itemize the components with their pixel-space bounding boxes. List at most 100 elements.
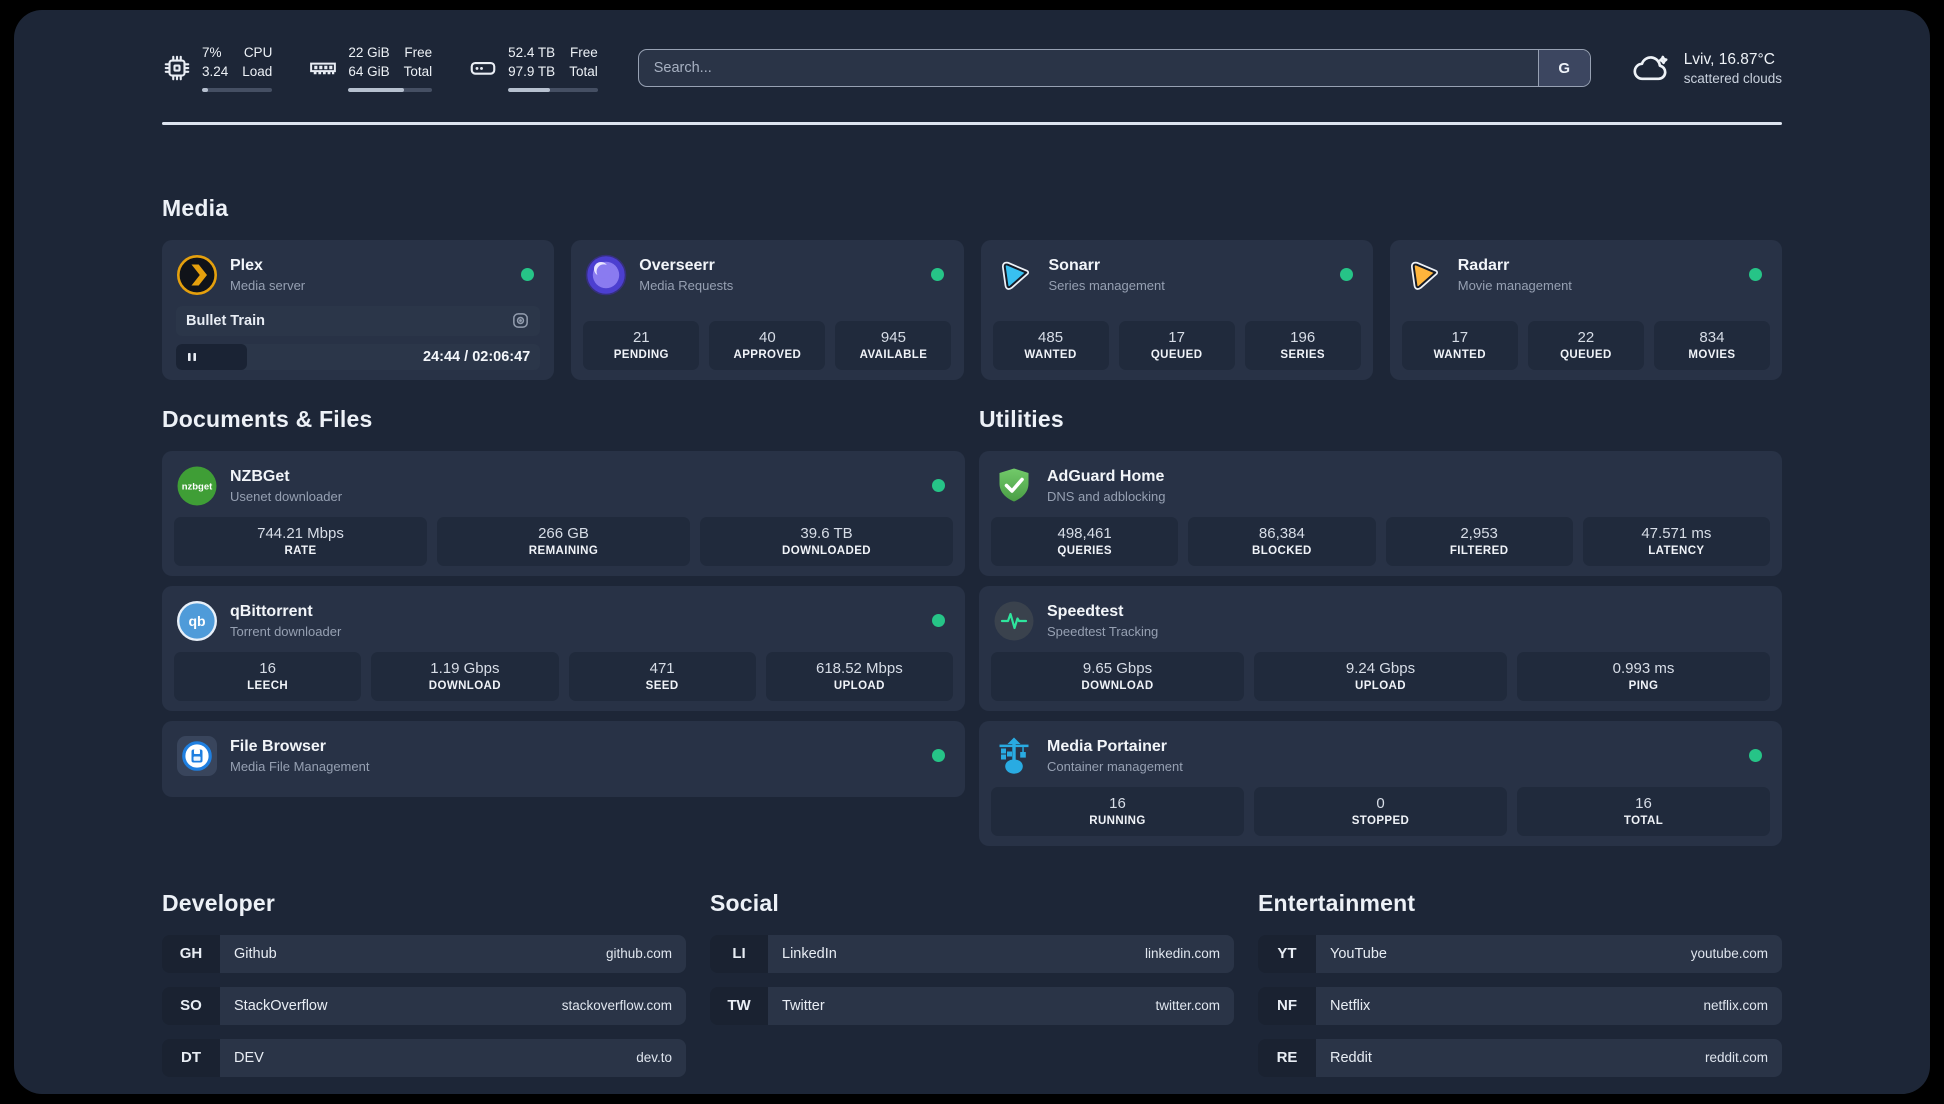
stat-tiles: 498,461 QUERIES 86,384 BLOCKED 2,953 FILTERED…	[991, 516, 1770, 566]
app-subtitle: Torrent downloader	[230, 623, 342, 639]
stat-label: DOWNLOAD	[1081, 679, 1154, 692]
app-title: NZBGet	[230, 467, 290, 485]
bookmark-name: LinkedIn	[782, 945, 837, 962]
system-stat-disk: 52.4 TB 97.9 TB Free Total	[468, 44, 598, 93]
stat-latency: 47.571 ms LATENCY	[1582, 516, 1770, 566]
bookmark-github[interactable]: GH Github github.com	[162, 934, 686, 973]
stat-value: 485	[1038, 328, 1064, 346]
qbittorrent-icon: qb	[176, 600, 218, 642]
app-card-speedtest[interactable]: Speedtest Speedtest Tracking 9.65 Gbps DOWN…	[979, 585, 1782, 711]
search-bar[interactable]: G	[637, 49, 1591, 87]
stat-tiles: 16 LEECH 1.19 Gbps DOWNLOAD 471 SEED 618.52 Mb…	[174, 651, 953, 701]
search-engine-button[interactable]: G	[1537, 50, 1590, 86]
app-card-nzbget[interactable]: nzbget NZBGet Usenet downloader 744.21 Mbps…	[162, 450, 965, 576]
stat-label: RATE	[284, 544, 317, 557]
stat-value: 64 GiB	[348, 63, 390, 79]
app-subtitle: Speedtest Tracking	[1047, 623, 1159, 639]
app-card-adguard[interactable]: AdGuard Home DNS and adblocking 498,461 QUE…	[979, 450, 1782, 576]
stat-value: 498,461	[1057, 524, 1112, 542]
bookmark-youtube[interactable]: YT YouTube youtube.com	[1258, 934, 1782, 973]
stat-wanted: 485 WANTED	[992, 320, 1109, 370]
bookmark-abbr: GH	[162, 934, 220, 973]
status-online-dot	[1749, 749, 1762, 762]
bookmark-reddit[interactable]: RE Reddit reddit.com	[1258, 1038, 1782, 1077]
bookmark-host: stackoverflow.com	[561, 998, 672, 1013]
stat-queued: 17 QUEUED	[1118, 320, 1235, 370]
bookmark-name: Github	[234, 945, 277, 962]
stat-label: BLOCKED	[1252, 544, 1312, 557]
cloud-icon	[1631, 48, 1671, 88]
app-card-overseerr[interactable]: Overseerr Media Requests 21 PENDING 40 APPROV…	[571, 239, 964, 380]
disk-icon	[468, 53, 498, 83]
weather-condition: scattered clouds	[1683, 70, 1782, 86]
search-input[interactable]	[638, 50, 1538, 86]
stat-value: 22 GiB	[348, 44, 390, 60]
usage-progress-bar	[348, 87, 433, 93]
bookmark-stackoverflow[interactable]: SO StackOverflow stackoverflow.com	[162, 986, 686, 1025]
stat-label: Free	[569, 44, 598, 60]
stat-tiles: 9.65 Gbps DOWNLOAD 9.24 Gbps UPLOAD 0.993 ms…	[991, 651, 1770, 701]
section-media: Media Plex Media server Bullet Train 24:44 …	[162, 195, 1782, 380]
app-card-radarr[interactable]: Radarr Movie management 17 WANTED 22 QUEUED 83…	[1389, 239, 1782, 380]
stat-labels: CPU Load	[242, 44, 272, 82]
section-title-documents-files: Documents & Files	[162, 405, 373, 432]
stat-tiles: 21 PENDING 40 APPROVED 945 AVAILABLE	[583, 320, 952, 370]
app-title: Overseerr	[639, 256, 715, 274]
app-title: AdGuard Home	[1047, 467, 1165, 485]
bookmark-dev[interactable]: DT DEV dev.to	[162, 1038, 686, 1077]
bookmark-name: Netflix	[1330, 997, 1371, 1014]
section-title-social: Social	[710, 889, 779, 916]
stat-value: 86,384	[1258, 524, 1305, 542]
bookmark-abbr: YT	[1258, 934, 1316, 973]
bookmark-netflix[interactable]: NF Netflix netflix.com	[1258, 986, 1782, 1025]
stat-label: RUNNING	[1089, 814, 1146, 827]
stat-approved: 40 APPROVED	[709, 320, 826, 370]
bookmark-abbr: DT	[162, 1038, 220, 1077]
stat-value: 47.571 ms	[1641, 524, 1712, 542]
section-documents-files: Documents & Files nzbget NZBGet Usenet dow…	[162, 406, 965, 846]
svg-text:qb: qb	[188, 613, 205, 629]
pause-icon	[185, 350, 199, 364]
radarr-icon	[1404, 254, 1446, 296]
adguard-icon	[993, 465, 1035, 507]
bookmark-name: DEV	[234, 1049, 264, 1066]
app-card-plex[interactable]: Plex Media server Bullet Train 24:44 / 02:0…	[162, 239, 555, 380]
app-subtitle: DNS and adblocking	[1047, 488, 1166, 504]
bookmark-linkedin[interactable]: LI LinkedIn linkedin.com	[710, 934, 1234, 973]
app-card-sonarr[interactable]: Sonarr Series management 485 WANTED 17 QUEUED…	[980, 239, 1373, 380]
stat-downloaded: 39.6 TB DOWNLOADED	[700, 516, 953, 566]
header: 7% 3.24 CPU Load 22 GiB 64 GiB Free Total 52.4 T…	[162, 40, 1782, 96]
stat-value: 3.24	[202, 63, 229, 79]
status-online-dot	[1339, 268, 1353, 281]
app-subtitle: Movie management	[1457, 277, 1572, 293]
nzbget-icon: nzbget	[176, 465, 218, 507]
bookmark-abbr: SO	[162, 986, 220, 1025]
stat-value: 16	[259, 659, 276, 677]
stat-value: 744.21 Mbps	[257, 524, 344, 542]
usage-progress-bar	[202, 87, 273, 93]
stat-label: Total	[403, 63, 433, 79]
stat-filtered: 2,953 FILTERED	[1385, 516, 1573, 566]
bookmark-name: Reddit	[1330, 1049, 1372, 1066]
app-card-qbittorrent[interactable]: qb qBittorrent Torrent downloader 16 LEECH 1.…	[162, 585, 965, 711]
stat-label: SEED	[645, 679, 679, 692]
bookmark-twitter[interactable]: TW Twitter twitter.com	[710, 986, 1234, 1025]
utilities-card-stack: AdGuard Home DNS and adblocking 498,461 QUE…	[979, 450, 1782, 846]
stat-upload: 618.52 Mbps UPLOAD	[765, 651, 953, 701]
documents-card-stack: nzbget NZBGet Usenet downloader 744.21 Mbps…	[162, 450, 965, 797]
app-card-portainer[interactable]: Media Portainer Container management 16 RUN…	[979, 720, 1782, 846]
stat-tiles: 17 WANTED 22 QUEUED 834 MOVIES	[1401, 320, 1770, 370]
app-title: File Browser	[230, 737, 327, 755]
app-subtitle: Media File Management	[230, 758, 370, 774]
stat-label: LATENCY	[1648, 544, 1705, 557]
developer-bookmarks: GH Github github.com SO StackOverflow stackov…	[162, 934, 686, 1077]
overseerr-icon	[585, 254, 627, 296]
app-card-filebrowser[interactable]: File Browser Media File Management	[162, 720, 965, 797]
section-developer: Developer GH Github github.com SO StackOverf…	[162, 890, 686, 1077]
now-playing-title: Bullet Train	[186, 312, 265, 329]
playback-progress-bar[interactable]: 24:44 / 02:06:47	[176, 343, 541, 370]
status-online-dot	[521, 268, 535, 281]
app-subtitle: Usenet downloader	[230, 488, 343, 504]
bookmark-name: YouTube	[1330, 945, 1387, 962]
playback-time: 24:44 / 02:06:47	[423, 348, 531, 365]
